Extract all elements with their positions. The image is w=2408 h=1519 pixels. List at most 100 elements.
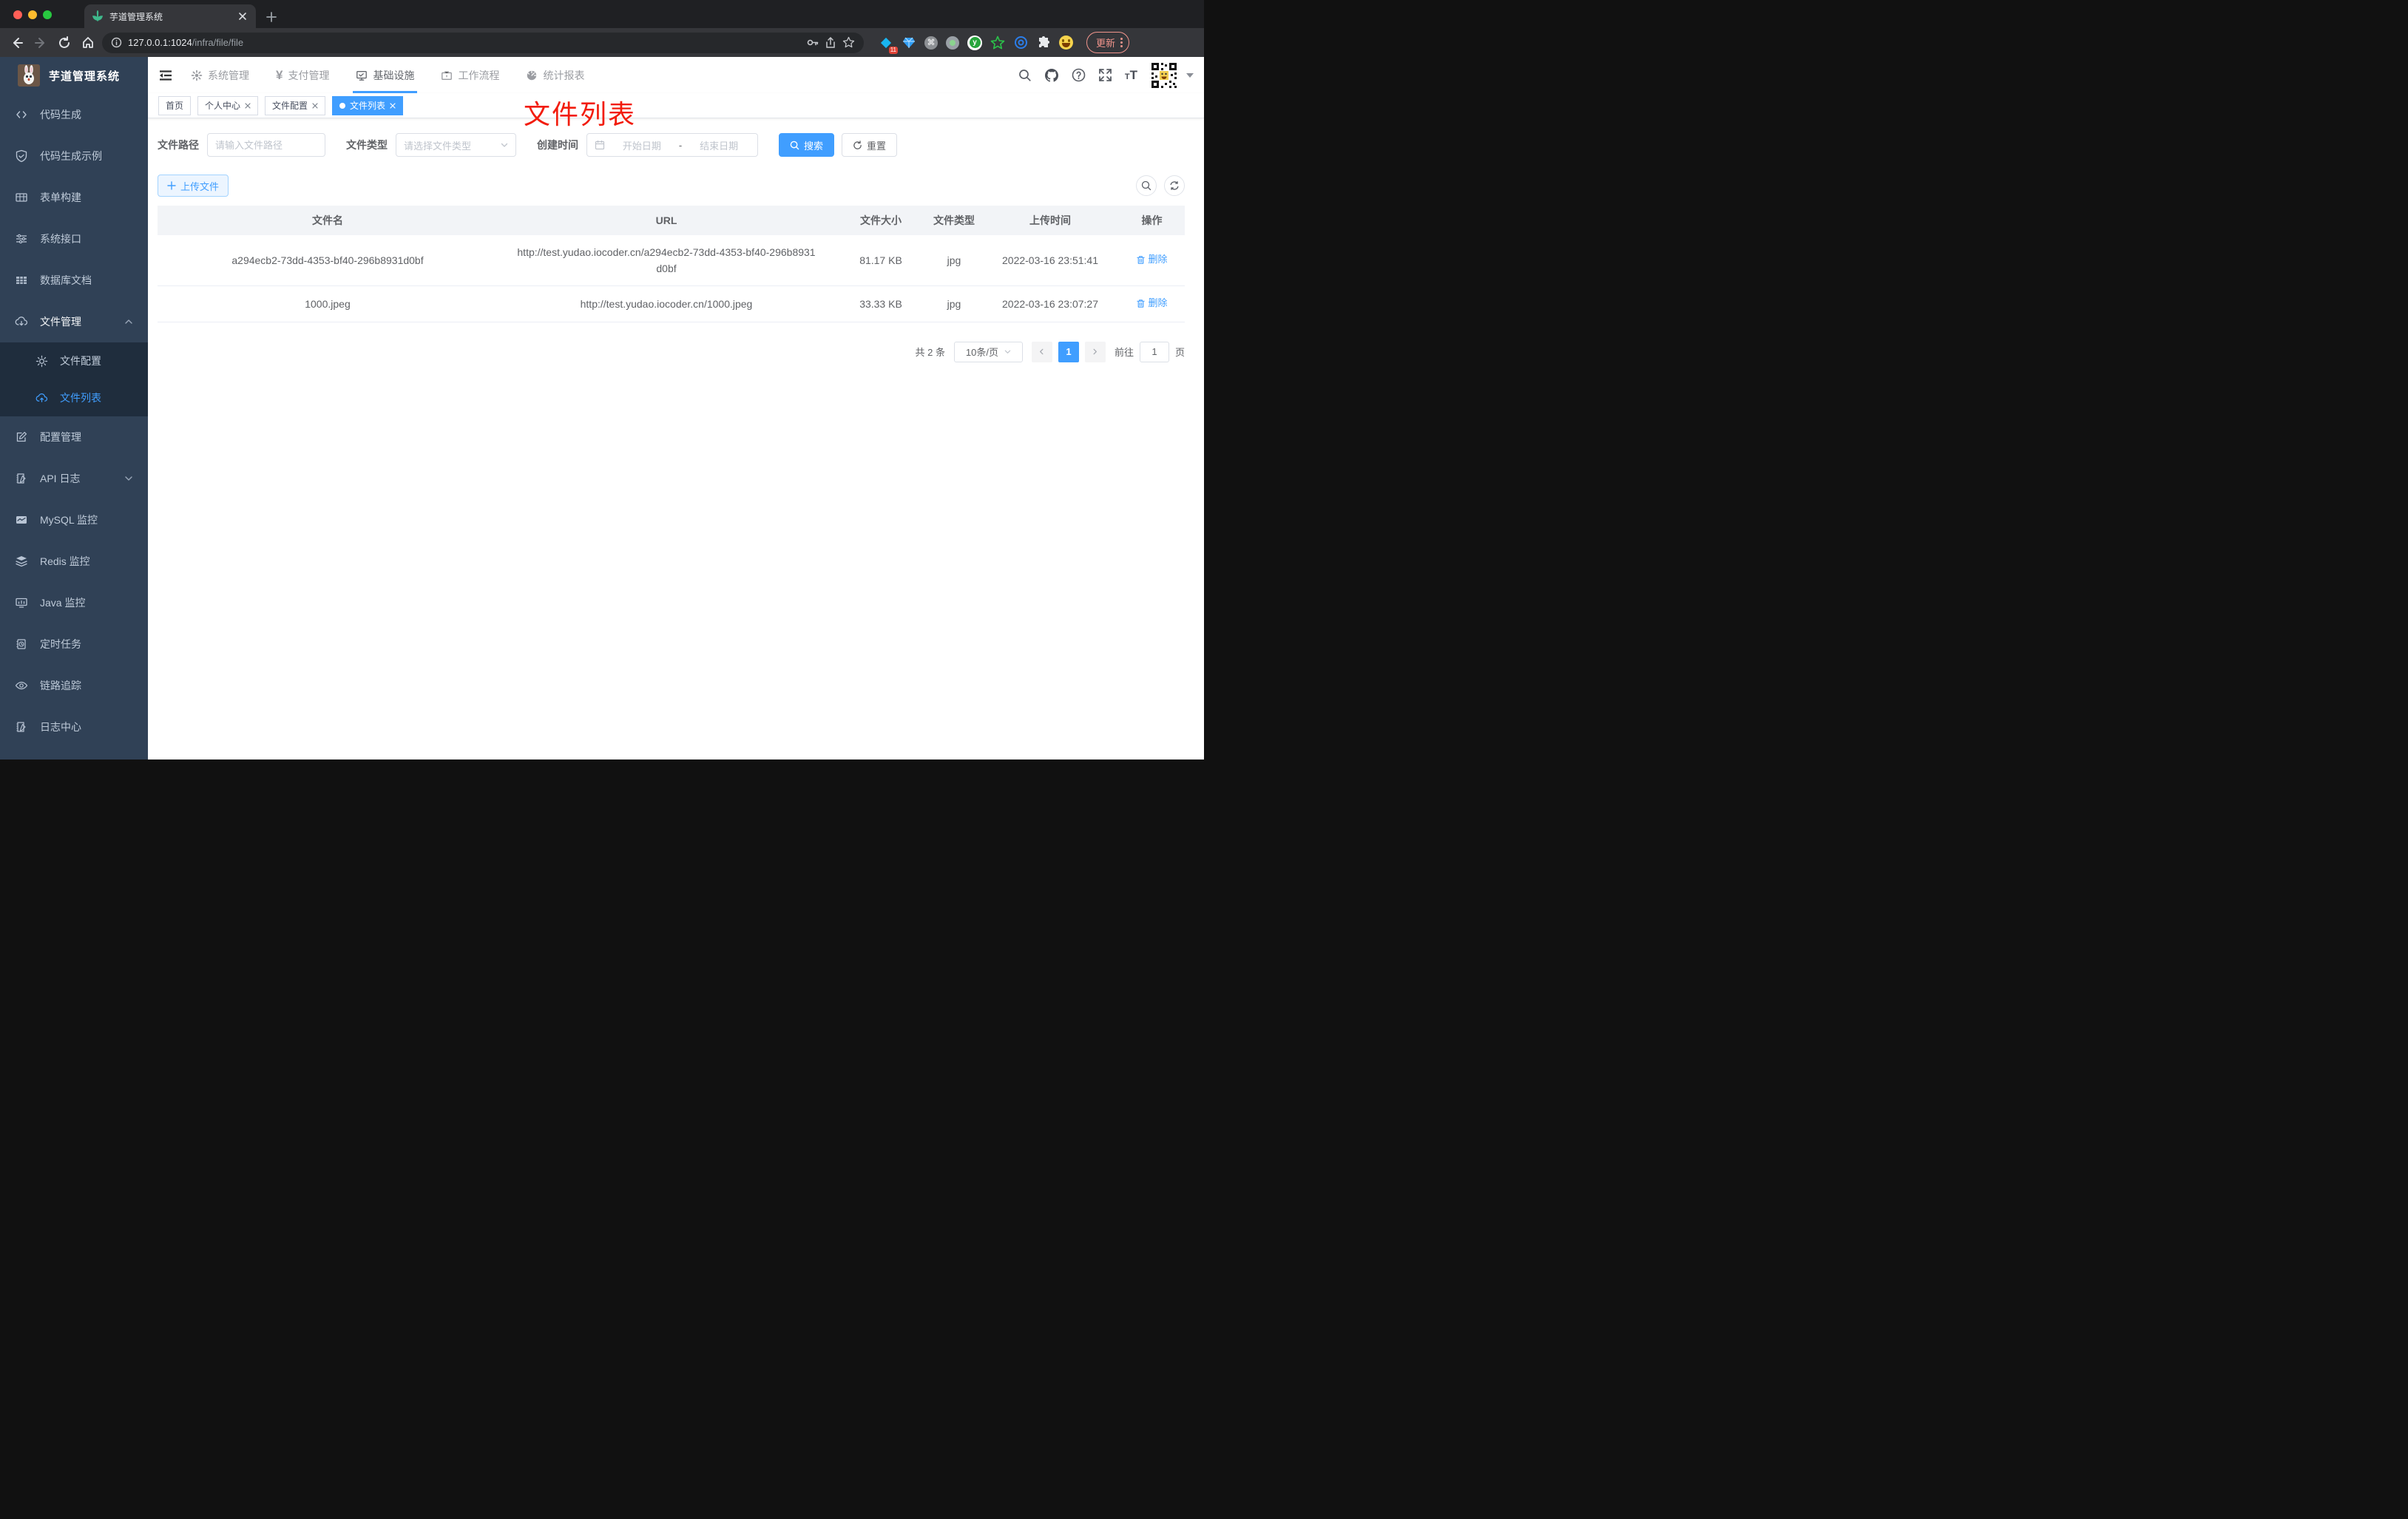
sidebar-item-log-center[interactable]: 日志中心 — [0, 706, 148, 748]
toggle-search-icon[interactable] — [1136, 175, 1157, 196]
collapse-sidebar-icon[interactable] — [158, 68, 173, 83]
delete-button[interactable]: 删除 — [1136, 251, 1168, 268]
topnav-workflow[interactable]: 工作流程 — [441, 57, 499, 93]
app-logo[interactable]: 芋道管理系统 — [0, 57, 148, 94]
sidebar-item-config-management[interactable]: 配置管理 — [0, 416, 148, 458]
minimize-window-button[interactable] — [28, 10, 37, 19]
sidebar-item-label: 代码生成 — [40, 109, 81, 121]
zoom-window-button[interactable] — [43, 10, 52, 19]
topnav-payment-management[interactable]: ¥ 支付管理 — [276, 57, 329, 93]
file-type-select[interactable]: 请选择文件类型 — [396, 133, 516, 157]
prev-page-icon[interactable] — [1031, 341, 1052, 362]
topnav-system-management[interactable]: 系统管理 — [191, 57, 249, 93]
page-size-select[interactable]: 10条/页 — [953, 341, 1023, 362]
extension-gem-icon[interactable] — [902, 35, 916, 50]
sidebar-item-redis-monitor[interactable]: Redis 监控 — [0, 541, 148, 582]
sidebar-item-label: 文件配置 — [60, 355, 101, 367]
tag-profile[interactable]: 个人中心 — [197, 95, 259, 115]
url-bar[interactable]: 127.0.0.1:1024/infra/file/file — [102, 32, 864, 53]
goto-page-input[interactable]: 1 — [1139, 341, 1169, 362]
close-window-button[interactable] — [13, 10, 22, 19]
sidebar-item-file-config[interactable]: 文件配置 — [0, 342, 148, 379]
extension-eye-icon[interactable] — [1013, 35, 1028, 50]
sidebar-item-file-list[interactable]: 文件列表 — [0, 379, 148, 416]
sidebar-item-form-builder[interactable]: 表单构建 — [0, 177, 148, 218]
reload-icon[interactable] — [55, 33, 74, 53]
cell-actions: 删除 — [1119, 243, 1185, 278]
file-path-input-box[interactable] — [207, 133, 325, 157]
new-tab-button[interactable] — [266, 12, 277, 22]
search-icon[interactable] — [1018, 69, 1032, 82]
avatar-caret-down-icon[interactable] — [1186, 72, 1194, 78]
trash-icon — [1136, 255, 1146, 265]
sidebar-item-tracing[interactable]: 链路追踪 — [0, 665, 148, 706]
site-info-icon[interactable] — [111, 37, 122, 48]
share-icon[interactable] — [825, 36, 836, 49]
next-page-icon[interactable] — [1084, 341, 1106, 362]
url-text[interactable]: 127.0.0.1:1024/infra/file/file — [128, 37, 800, 48]
current-page-button[interactable]: 1 — [1058, 341, 1079, 362]
page-content: 文件列表 文件路径 文件类型 请选择文件类型 创建时间 — [148, 99, 1204, 760]
forward-icon[interactable] — [31, 33, 50, 53]
home-icon[interactable] — [78, 33, 98, 53]
sidebar-item-label: 表单构建 — [40, 192, 81, 203]
topnav-label: 基础设施 — [373, 69, 415, 81]
extension-target-icon[interactable] — [946, 35, 959, 50]
delete-button[interactable]: 删除 — [1136, 295, 1168, 311]
tab-close-icon[interactable] — [237, 10, 248, 22]
sidebar-item-system-api[interactable]: 系统接口 — [0, 218, 148, 260]
refresh-table-icon[interactable] — [1164, 175, 1185, 196]
fullscreen-icon[interactable] — [1098, 68, 1112, 82]
browser-toolbar: 127.0.0.1:1024/infra/file/file 11 ⌘ y 更新 — [0, 28, 1204, 57]
sidebar-item-api-log[interactable]: API 日志 — [0, 458, 148, 499]
topnav-reports[interactable]: 统计报表 — [526, 57, 584, 93]
sidebar-item-mysql-monitor[interactable]: MySQL 监控 — [0, 499, 148, 541]
chevron-down-icon — [124, 474, 133, 483]
start-date-placeholder[interactable]: 开始日期 — [611, 138, 673, 152]
sidebar-item-file-management[interactable]: 文件管理 — [0, 301, 148, 342]
close-icon[interactable] — [245, 102, 251, 109]
search-button-label: 搜索 — [804, 140, 824, 152]
tag-home[interactable]: 首页 — [158, 95, 192, 115]
tag-file-list[interactable]: 文件列表 — [332, 95, 404, 115]
sidebar-item-scheduled-tasks[interactable]: 定时任务 — [0, 623, 148, 665]
sidebar-item-code-demo[interactable]: 代码生成示例 — [0, 135, 148, 177]
back-icon[interactable] — [7, 33, 27, 53]
end-date-placeholder[interactable]: 结束日期 — [688, 138, 750, 152]
bookmark-star-icon[interactable] — [842, 36, 855, 49]
tag-file-config[interactable]: 文件配置 — [265, 95, 326, 115]
browser-tab[interactable]: 芋道管理系统 — [84, 4, 256, 28]
extension-star-icon[interactable] — [990, 35, 1005, 50]
extension-y-icon[interactable]: y — [967, 35, 982, 50]
sidebar-item-label: Redis 监控 — [40, 555, 90, 567]
sidebar-item-db-doc[interactable]: 数据库文档 — [0, 260, 148, 301]
upload-file-button[interactable]: 上传文件 — [158, 175, 229, 197]
file-path-input[interactable] — [215, 139, 317, 151]
search-button[interactable]: 搜索 — [779, 133, 835, 157]
close-icon[interactable] — [312, 102, 318, 109]
sidebar-item-label: 系统接口 — [40, 233, 81, 245]
extensions-row: 11 ⌘ y — [879, 35, 1073, 54]
extension-emoji-icon[interactable] — [1059, 35, 1073, 50]
github-icon[interactable] — [1044, 68, 1059, 83]
date-range-picker[interactable]: 开始日期 - 结束日期 — [586, 133, 758, 157]
browser-update-menu[interactable]: 更新 — [1086, 32, 1130, 53]
tag-label: 首页 — [166, 101, 184, 111]
font-size-icon[interactable]: TT — [1125, 69, 1137, 81]
topnav-infrastructure[interactable]: 基础设施 — [353, 57, 418, 93]
eye-icon — [15, 679, 28, 692]
help-icon[interactable] — [1072, 68, 1086, 82]
user-avatar-qr[interactable] — [1150, 61, 1178, 89]
extensions-puzzle-icon[interactable] — [1036, 35, 1051, 50]
sidebar-item-code-generation[interactable]: 代码生成 — [0, 94, 148, 135]
sidebar-item-java-monitor[interactable]: Java 监控 — [0, 582, 148, 623]
reset-button[interactable]: 重置 — [842, 133, 898, 157]
plus-icon — [167, 181, 176, 190]
topnav-label: 统计报表 — [543, 69, 585, 81]
cell-actions: 删除 — [1119, 286, 1185, 322]
close-icon[interactable] — [390, 102, 396, 109]
extension-kite-icon[interactable]: 11 — [879, 35, 898, 54]
extension-command-icon[interactable]: ⌘ — [924, 35, 938, 50]
sidebar-item-label: Java 监控 — [40, 597, 86, 609]
password-key-icon[interactable] — [806, 36, 819, 49]
